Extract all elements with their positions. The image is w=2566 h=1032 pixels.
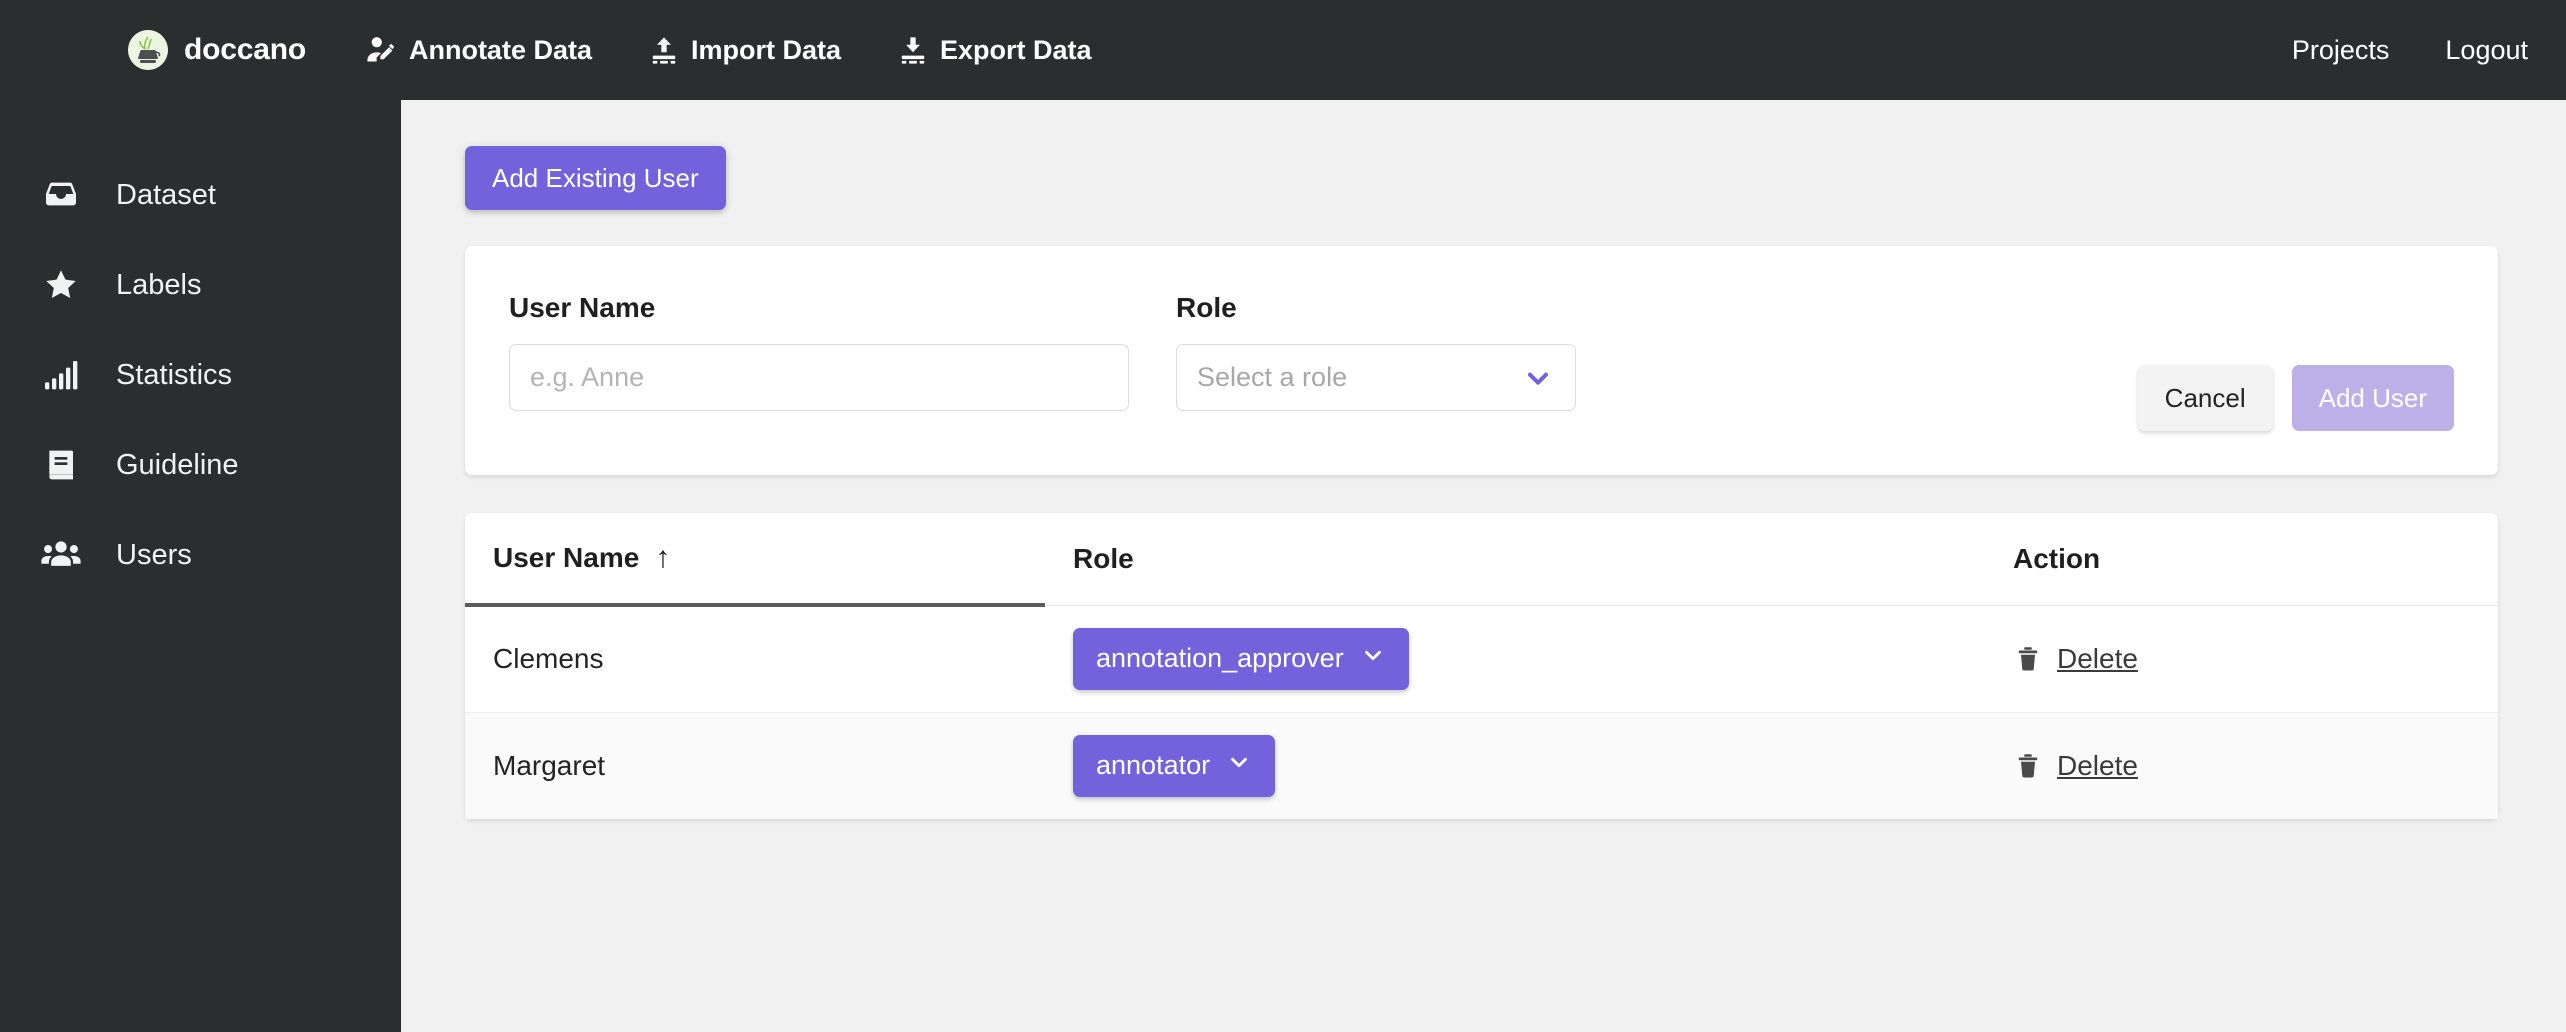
- sidebar-item-statistics-label: Statistics: [116, 359, 232, 392]
- sidebar-item-guideline-label: Guideline: [116, 449, 239, 482]
- role-dropdown-chip[interactable]: annotation_approver: [1073, 628, 1409, 690]
- main-content: Add Existing User User Name Role Select …: [401, 100, 2566, 1032]
- cell-user-name: Margaret: [465, 712, 1045, 819]
- nav-annotate-data-label: Annotate Data: [409, 35, 592, 66]
- header-nav-left: Annotate Data Import Data: [364, 33, 1092, 67]
- book-icon: [38, 445, 84, 485]
- role-select-wrap: Select a role: [1176, 344, 1576, 411]
- sidebar-item-statistics[interactable]: Statistics: [0, 330, 401, 420]
- role-field-group: Role Select a role: [1176, 292, 1576, 411]
- user-edit-icon: [364, 33, 398, 67]
- header-nav-right: Projects Logout: [2292, 35, 2528, 66]
- column-header-user-name[interactable]: User Name ↑: [465, 513, 1045, 605]
- trash-icon: [2013, 751, 2043, 781]
- star-icon: [38, 265, 84, 305]
- role-select[interactable]: Select a role: [1176, 344, 1576, 411]
- sidebar: Dataset Labels Statistics: [0, 100, 401, 1032]
- app-root: doccano Annotate Data: [0, 0, 2566, 1032]
- download-icon: [897, 34, 929, 66]
- sidebar-item-users-label: Users: [116, 539, 192, 572]
- brand-logo-link[interactable]: doccano: [128, 30, 306, 70]
- column-header-action-label: Action: [2013, 543, 2100, 574]
- delete-action[interactable]: Delete: [2013, 643, 2498, 675]
- column-header-action: Action: [1985, 513, 2498, 605]
- cell-action: Delete: [1985, 712, 2498, 819]
- role-dropdown-chip[interactable]: annotator: [1073, 735, 1275, 797]
- form-actions: Cancel Add User: [2138, 365, 2454, 431]
- cell-role: annotator: [1045, 712, 1985, 819]
- role-chip-label: annotation_approver: [1096, 643, 1344, 674]
- table-row: Margaret annotator: [465, 712, 2498, 819]
- sidebar-item-dataset[interactable]: Dataset: [0, 150, 401, 240]
- nav-logout[interactable]: Logout: [2445, 35, 2528, 66]
- role-chip-label: annotator: [1096, 750, 1210, 781]
- doccano-logo-icon: [128, 30, 168, 70]
- delete-action[interactable]: Delete: [2013, 750, 2498, 782]
- sidebar-item-users[interactable]: Users: [0, 510, 401, 600]
- column-header-user-name-label: User Name: [493, 542, 639, 574]
- delete-link-label: Delete: [2057, 643, 2138, 675]
- add-user-form-card: User Name Role Select a role C: [465, 246, 2498, 475]
- people-icon: [38, 534, 84, 576]
- username-label: User Name: [509, 292, 1129, 324]
- chevron-down-icon: [1360, 642, 1386, 675]
- cell-user-name: Clemens: [465, 605, 1045, 712]
- nav-import-data-label: Import Data: [691, 35, 841, 66]
- sidebar-item-dataset-label: Dataset: [116, 179, 216, 212]
- role-label: Role: [1176, 292, 1576, 324]
- role-select-value: Select a role: [1197, 362, 1347, 393]
- chevron-down-icon: [1226, 749, 1252, 782]
- table-header-row: User Name ↑ Role Action: [465, 513, 2498, 605]
- column-header-role-label: Role: [1073, 543, 1134, 574]
- add-user-button[interactable]: Add User: [2292, 365, 2454, 431]
- top-header: doccano Annotate Data: [0, 0, 2566, 100]
- nav-projects[interactable]: Projects: [2292, 35, 2390, 66]
- username-field-group: User Name: [509, 292, 1129, 411]
- users-table-body: Clemens annotation_approver: [465, 605, 2498, 819]
- upload-icon: [648, 34, 680, 66]
- delete-link-label: Delete: [2057, 750, 2138, 782]
- inbox-icon: [38, 175, 84, 215]
- nav-export-data[interactable]: Export Data: [897, 34, 1092, 66]
- cell-action: Delete: [1985, 605, 2498, 712]
- users-table: User Name ↑ Role Action: [465, 513, 2498, 819]
- bar-chart-icon: [38, 355, 84, 395]
- sidebar-item-labels[interactable]: Labels: [0, 240, 401, 330]
- cell-role: annotation_approver: [1045, 605, 1985, 712]
- users-table-card: User Name ↑ Role Action: [465, 513, 2498, 819]
- brand-name: doccano: [184, 33, 306, 67]
- users-table-head: User Name ↑ Role Action: [465, 513, 2498, 605]
- trash-icon: [2013, 644, 2043, 674]
- sidebar-item-guideline[interactable]: Guideline: [0, 420, 401, 510]
- nav-import-data[interactable]: Import Data: [648, 34, 841, 66]
- table-row: Clemens annotation_approver: [465, 605, 2498, 712]
- column-header-role[interactable]: Role: [1045, 513, 1985, 605]
- add-existing-user-button[interactable]: Add Existing User: [465, 146, 726, 210]
- cancel-button[interactable]: Cancel: [2138, 365, 2273, 431]
- nav-export-data-label: Export Data: [940, 35, 1092, 66]
- nav-annotate-data[interactable]: Annotate Data: [364, 33, 592, 67]
- sidebar-item-labels-label: Labels: [116, 269, 201, 302]
- sort-ascending-icon: ↑: [655, 541, 670, 575]
- username-input[interactable]: [509, 344, 1129, 411]
